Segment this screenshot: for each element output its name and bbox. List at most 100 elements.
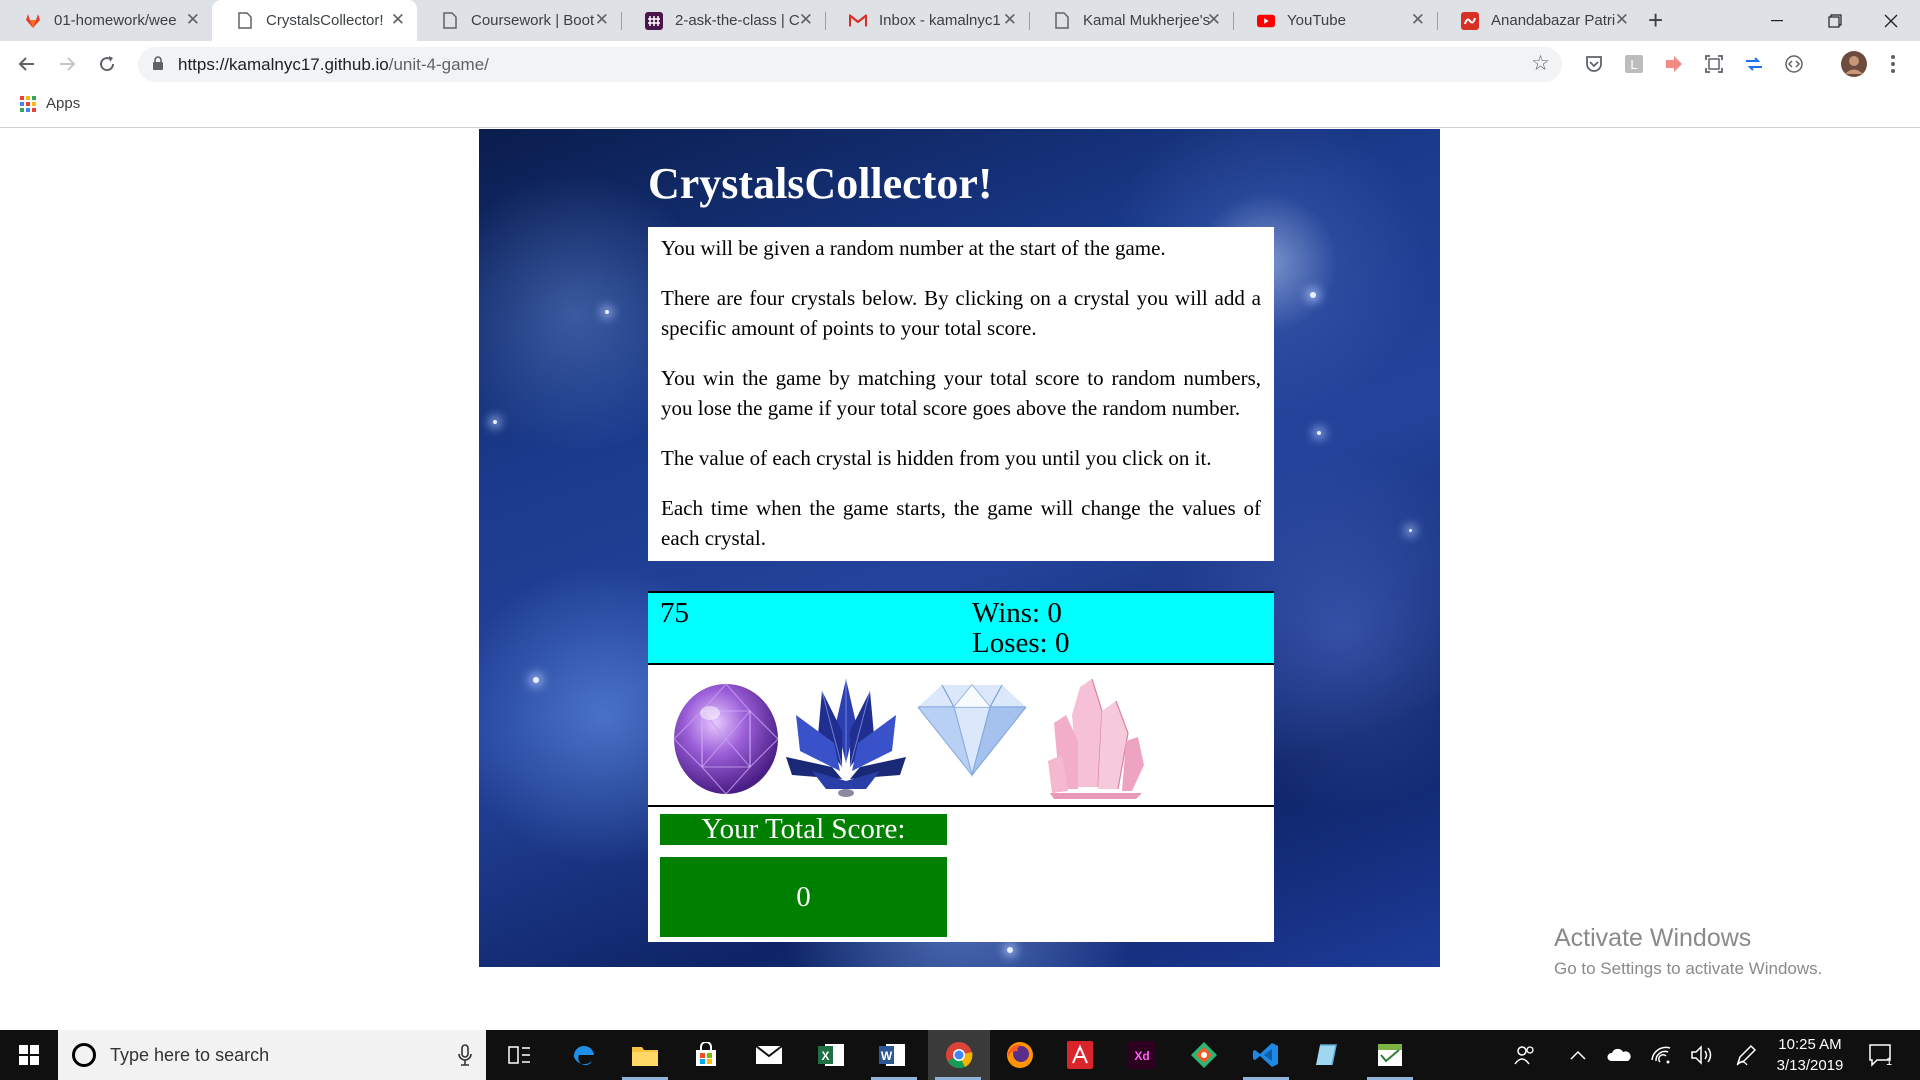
blue-lotus-crystal[interactable]	[782, 671, 910, 801]
minimize-button[interactable]	[1748, 0, 1806, 41]
close-icon[interactable]: ✕	[799, 11, 813, 29]
microphone-icon[interactable]	[458, 1044, 472, 1071]
store-icon[interactable]	[690, 1039, 722, 1071]
tab-youtube[interactable]: YouTube ✕	[1233, 0, 1437, 41]
system-clock[interactable]: 10:25 AM 3/13/2019	[1770, 1034, 1850, 1076]
tab-title: Anandabazar Patri	[1491, 12, 1616, 29]
apps-label: Apps	[46, 95, 81, 112]
close-icon[interactable]: ✕	[186, 11, 200, 29]
tab-kamal[interactable]: Kamal Mukherjee's ✕	[1029, 0, 1233, 41]
word-icon[interactable]: W	[876, 1039, 908, 1071]
gitkraken-icon[interactable]	[1188, 1039, 1220, 1071]
instruction-paragraph: Each time when the game starts, the game…	[661, 496, 1261, 550]
action-center-icon[interactable]: 1	[1868, 1030, 1894, 1080]
svg-text:L: L	[1630, 57, 1637, 72]
back-button[interactable]	[12, 49, 42, 79]
youtube-icon	[1257, 12, 1275, 30]
close-icon[interactable]: ✕	[1615, 11, 1629, 29]
random-number: 75	[660, 597, 689, 629]
instruction-paragraph: You win the game by matching your total …	[661, 366, 1261, 420]
apps-grid-icon	[20, 95, 36, 112]
url-host: https://kamalnyc17.github.io	[178, 55, 389, 74]
tab-title: CrystalsCollector!	[266, 12, 384, 29]
purple-crystal[interactable]	[662, 671, 790, 801]
tab-strip: 01-homework/wee ✕ CrystalsCollector! ✕ C…	[0, 0, 1920, 41]
total-score-value: 0	[660, 857, 947, 937]
mail-icon[interactable]	[753, 1039, 785, 1071]
bookmark-star-icon[interactable]: ☆	[1531, 53, 1550, 75]
new-tab-button[interactable]: +	[1648, 6, 1663, 34]
file-explorer-icon[interactable]	[629, 1039, 661, 1071]
windows-logo-icon	[19, 1045, 39, 1065]
gitlab-icon	[24, 12, 42, 30]
edge-icon[interactable]	[568, 1039, 600, 1071]
people-icon[interactable]	[1514, 1030, 1536, 1080]
acrobat-icon[interactable]	[1064, 1039, 1096, 1071]
taskbar-search-box[interactable]: Type here to search	[58, 1030, 486, 1080]
close-icon[interactable]: ✕	[1003, 11, 1017, 29]
chevron-up-icon[interactable]	[1570, 1030, 1586, 1080]
volume-icon[interactable]	[1690, 1030, 1714, 1080]
bookmarks-bar: Apps	[0, 88, 1920, 128]
code-extension-icon[interactable]	[1783, 53, 1805, 75]
l-extension-icon[interactable]: L	[1623, 53, 1645, 75]
start-button[interactable]	[0, 1030, 58, 1080]
page-icon	[1053, 12, 1071, 30]
url-text: https://kamalnyc17.github.io/unit-4-game…	[178, 55, 489, 75]
onedrive-icon[interactable]	[1607, 1030, 1631, 1080]
close-icon[interactable]: ✕	[1207, 11, 1221, 29]
diamond-crystal[interactable]	[908, 671, 1036, 801]
task-view-icon[interactable]	[504, 1039, 536, 1071]
watermark-title: Activate Windows	[1554, 924, 1752, 952]
restore-button[interactable]	[1806, 0, 1864, 41]
close-icon[interactable]: ✕	[391, 11, 405, 29]
share-extension-icon[interactable]	[1663, 53, 1685, 75]
cortana-icon	[72, 1043, 96, 1067]
gmail-icon	[849, 12, 867, 30]
pen-workspace-icon[interactable]	[1735, 1030, 1757, 1080]
close-window-button[interactable]	[1862, 0, 1920, 41]
arrows-extension-icon[interactable]	[1743, 53, 1765, 75]
tab-title: Inbox - kamalnyc1	[879, 12, 1001, 29]
tab-title: 2-ask-the-class | C	[675, 12, 800, 29]
pink-quartz-crystal[interactable]	[1032, 671, 1160, 801]
svg-text:W: W	[881, 1049, 893, 1063]
tab-inbox[interactable]: Inbox - kamalnyc1 ✕	[825, 0, 1029, 41]
reload-button[interactable]	[92, 49, 122, 79]
tab-crystals-collector[interactable]: CrystalsCollector! ✕	[212, 0, 417, 41]
tab-title: 01-homework/wee	[54, 12, 177, 29]
instructions-panel: You will be given a random number at the…	[648, 227, 1274, 561]
notification-count: 1	[1886, 1056, 1892, 1067]
url-path: /unit-4-game/	[388, 55, 489, 74]
tab-ask-the-class[interactable]: 2-ask-the-class | C ✕	[621, 0, 825, 41]
anandabazar-icon	[1461, 11, 1479, 30]
menu-icon[interactable]	[1882, 53, 1904, 75]
vscode-icon[interactable]	[1250, 1039, 1282, 1071]
notepad-app-icon[interactable]	[1312, 1039, 1344, 1071]
clock-time: 10:25 AM	[1778, 1036, 1842, 1053]
close-icon[interactable]: ✕	[595, 11, 609, 29]
pocket-extension-icon[interactable]	[1583, 53, 1605, 75]
firefox-icon[interactable]	[1004, 1039, 1036, 1071]
browser-toolbar: https://kamalnyc17.github.io/unit-4-game…	[0, 41, 1920, 88]
windows-taskbar: Type here to search X W Xd 10:25 AM 3/13…	[0, 1030, 1920, 1080]
sheets-app-icon[interactable]	[1374, 1039, 1406, 1071]
apps-bookmark[interactable]: Apps	[20, 95, 80, 112]
close-icon[interactable]: ✕	[1411, 11, 1425, 29]
page-icon	[441, 12, 459, 30]
chrome-icon[interactable]	[943, 1039, 975, 1071]
address-bar[interactable]: https://kamalnyc17.github.io/unit-4-game…	[138, 47, 1562, 82]
adobe-xd-icon[interactable]: Xd	[1126, 1039, 1158, 1071]
svg-text:X: X	[821, 1049, 829, 1063]
avatar[interactable]	[1840, 50, 1868, 78]
screenshot-extension-icon[interactable]	[1703, 53, 1725, 75]
wifi-icon[interactable]	[1650, 1030, 1672, 1080]
excel-icon[interactable]: X	[815, 1039, 847, 1071]
tab-anandabazar[interactable]: Anandabazar Patri ✕	[1437, 0, 1641, 41]
tab-homework[interactable]: 01-homework/wee ✕	[0, 0, 212, 41]
forward-button[interactable]	[52, 49, 82, 79]
wins-count: Wins: 0	[972, 597, 1062, 629]
tab-title: YouTube	[1287, 12, 1346, 29]
tab-coursework[interactable]: Coursework | Boot ✕	[417, 0, 621, 41]
instruction-paragraph: You will be given a random number at the…	[661, 236, 1166, 260]
